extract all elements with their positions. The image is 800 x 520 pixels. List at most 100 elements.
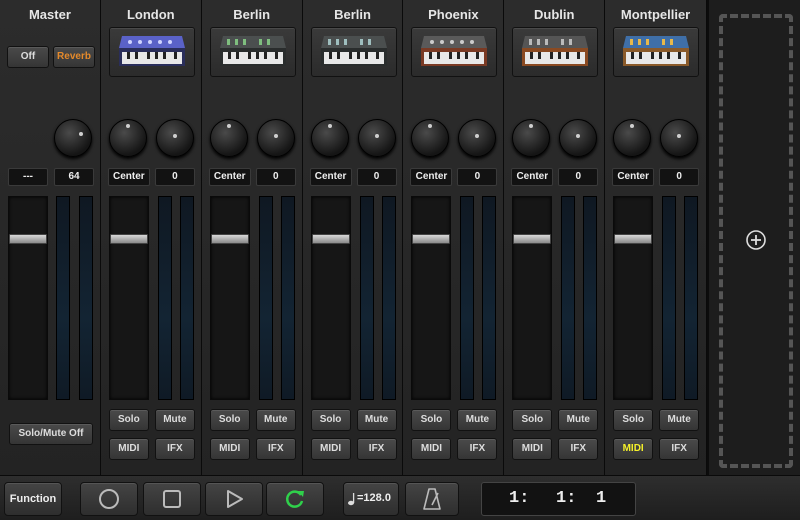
- send-knob[interactable]: [256, 119, 295, 157]
- solo-button[interactable]: Solo: [108, 409, 149, 431]
- channel-strip: Dublin Center 0 Solo Mute MIDI IFX: [504, 0, 606, 475]
- synth-icon: [320, 36, 387, 66]
- pan-knob[interactable]: [209, 119, 248, 157]
- master-strip: Master Off Reverb --- 64 Solo/Mute Off: [0, 0, 101, 475]
- mute-button[interactable]: Mute: [356, 409, 397, 431]
- send-value: 0: [154, 168, 195, 186]
- synth-thumbnail[interactable]: [411, 27, 498, 77]
- pan-value: Center: [208, 168, 251, 186]
- meter-right: [684, 196, 699, 400]
- stop-button[interactable]: [143, 482, 201, 516]
- meter-left: [460, 196, 475, 400]
- transport-bar: Function =128.0 1: 1: 1: [0, 475, 800, 520]
- metronome-icon: [423, 488, 441, 510]
- mute-button[interactable]: Mute: [154, 409, 195, 431]
- mixer: Master Off Reverb --- 64 Solo/Mute Off L…: [0, 0, 708, 475]
- fader-track[interactable]: [310, 196, 351, 400]
- solo-mute-off-button[interactable]: Solo/Mute Off: [9, 423, 93, 445]
- loop-button[interactable]: [266, 482, 324, 516]
- function-button[interactable]: Function: [4, 482, 62, 516]
- master-title: Master: [28, 7, 71, 22]
- fader-track[interactable]: [108, 196, 149, 400]
- pan-knob[interactable]: [411, 119, 450, 157]
- ifx-button[interactable]: IFX: [255, 438, 296, 460]
- midi-button[interactable]: MIDI: [411, 438, 452, 460]
- solo-button[interactable]: Solo: [209, 409, 250, 431]
- mute-button[interactable]: Mute: [659, 409, 700, 431]
- ifx-button[interactable]: IFX: [659, 438, 700, 460]
- fader-handle[interactable]: [109, 234, 148, 244]
- add-channel-zone[interactable]: [707, 0, 800, 475]
- solo-button[interactable]: Solo: [310, 409, 351, 431]
- fader-track[interactable]: [613, 196, 654, 400]
- pan-knob[interactable]: [512, 119, 551, 157]
- square-icon: [163, 490, 181, 508]
- circle-icon: [99, 489, 119, 509]
- send-value: 0: [457, 168, 498, 186]
- send-knob[interactable]: [559, 119, 598, 157]
- midi-button[interactable]: MIDI: [209, 438, 250, 460]
- pan-knob[interactable]: [310, 119, 349, 157]
- meter-right: [280, 196, 295, 400]
- fader-handle[interactable]: [412, 234, 451, 244]
- master-fader-handle[interactable]: [9, 234, 47, 244]
- off-button[interactable]: Off: [7, 46, 49, 68]
- fader-handle[interactable]: [210, 234, 249, 244]
- mute-button[interactable]: Mute: [457, 409, 498, 431]
- solo-button[interactable]: Solo: [411, 409, 452, 431]
- metronome-button[interactable]: [405, 482, 459, 516]
- synth-thumbnail[interactable]: [209, 27, 296, 77]
- midi-button-active[interactable]: MIDI: [613, 438, 654, 460]
- tempo-display[interactable]: =128.0: [343, 482, 399, 516]
- master-knob[interactable]: [54, 119, 92, 157]
- synth-thumbnail[interactable]: [108, 27, 195, 77]
- record-button[interactable]: [80, 482, 138, 516]
- synth-icon: [118, 36, 185, 66]
- fader-handle[interactable]: [513, 234, 552, 244]
- pan-value: Center: [107, 168, 150, 186]
- fader-handle[interactable]: [614, 234, 653, 244]
- mute-button[interactable]: Mute: [558, 409, 599, 431]
- send-knob[interactable]: [458, 119, 497, 157]
- synth-icon: [421, 36, 488, 66]
- ifx-button[interactable]: IFX: [356, 438, 397, 460]
- pan-knob[interactable]: [108, 119, 147, 157]
- reverb-button[interactable]: Reverb: [53, 46, 95, 68]
- meter-right: [381, 196, 396, 400]
- position-beat: 1:: [556, 489, 577, 508]
- midi-button[interactable]: MIDI: [512, 438, 553, 460]
- master-meter-right: [79, 196, 93, 400]
- ifx-button[interactable]: IFX: [154, 438, 195, 460]
- channel-name: Phoenix: [428, 7, 479, 22]
- synth-icon: [623, 36, 690, 66]
- ifx-button[interactable]: IFX: [558, 438, 599, 460]
- play-button[interactable]: [205, 482, 263, 516]
- send-knob[interactable]: [660, 119, 699, 157]
- master-fader-track[interactable]: [8, 196, 48, 400]
- meter-left: [561, 196, 576, 400]
- send-value: 0: [558, 168, 599, 186]
- synth-thumbnail[interactable]: [613, 27, 700, 77]
- plus-circle-icon[interactable]: [745, 229, 767, 251]
- ifx-button[interactable]: IFX: [457, 438, 498, 460]
- channel-name: London: [126, 7, 175, 22]
- meter-left: [157, 196, 172, 400]
- synth-thumbnail[interactable]: [512, 27, 599, 77]
- channel-strip: Montpellier Center 0 Solo Mute MIDI IFX: [605, 0, 708, 475]
- fader-track[interactable]: [411, 196, 452, 400]
- pan-knob[interactable]: [613, 119, 652, 157]
- send-knob[interactable]: [357, 119, 396, 157]
- synth-thumbnail[interactable]: [310, 27, 397, 77]
- midi-button[interactable]: MIDI: [310, 438, 351, 460]
- meter-left: [662, 196, 677, 400]
- solo-button[interactable]: Solo: [512, 409, 553, 431]
- mute-button[interactable]: Mute: [255, 409, 296, 431]
- fader-track[interactable]: [512, 196, 553, 400]
- send-knob[interactable]: [155, 119, 194, 157]
- synth-icon: [219, 36, 286, 66]
- fader-track[interactable]: [209, 196, 250, 400]
- fader-handle[interactable]: [311, 234, 350, 244]
- midi-button[interactable]: MIDI: [108, 438, 149, 460]
- channel-name: Montpellier: [620, 7, 691, 22]
- solo-button[interactable]: Solo: [613, 409, 654, 431]
